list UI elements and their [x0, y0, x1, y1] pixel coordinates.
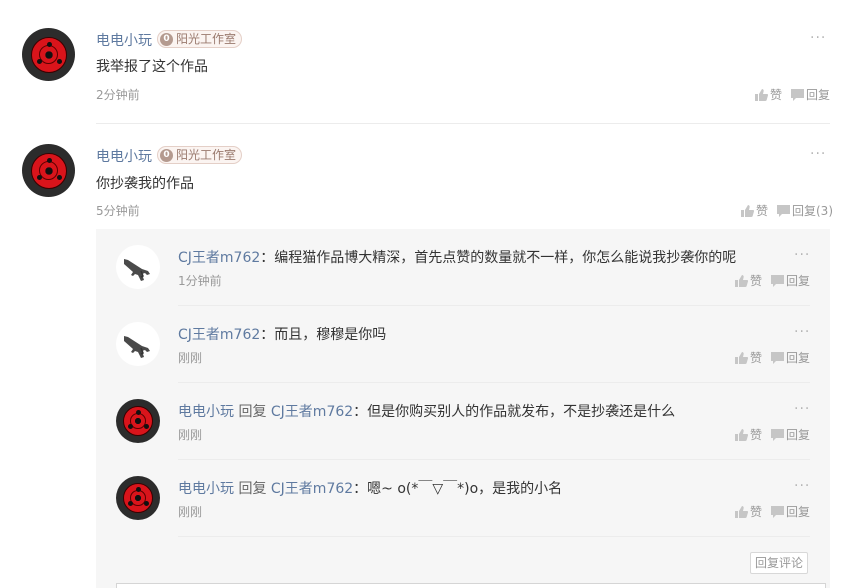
sharingan-icon	[123, 483, 153, 513]
reply-label: 回复(3)	[792, 204, 833, 218]
reply-label: 回复	[786, 351, 811, 365]
thumbs-up-icon	[741, 204, 754, 217]
username-link[interactable]: 电电小玩	[96, 146, 152, 166]
speech-bubble-icon	[771, 274, 784, 287]
reply-label: 回复	[786, 428, 811, 442]
reply-to-username[interactable]: CJ王者m762	[271, 481, 353, 497]
avatar[interactable]	[116, 322, 160, 366]
reply-comment-button[interactable]: 回复评论	[750, 552, 809, 574]
reply-label: 回复	[786, 505, 811, 519]
comment-time: 2分钟前	[96, 88, 140, 102]
speech-bubble-icon	[791, 88, 804, 101]
avatar[interactable]	[22, 144, 75, 197]
reply-text: ：而且，穆穆是你吗	[260, 327, 387, 343]
like-button[interactable]: 赞	[735, 503, 762, 520]
avatar[interactable]	[22, 28, 75, 81]
studio-name: 阳光工作室	[176, 148, 237, 162]
sharingan-icon	[123, 406, 153, 436]
thumbs-up-icon	[735, 274, 748, 287]
more-dots-icon[interactable]: ···	[810, 147, 826, 161]
reply-line: CJ王者m762：编程猫作品博大精深，首先点赞的数量就不一样，你怎么能说我抄袭你…	[178, 247, 736, 267]
thumbs-up-icon	[755, 88, 768, 101]
comment-text: 你抄袭我的作品	[96, 176, 194, 192]
reply-time: 刚刚	[178, 505, 203, 519]
reply-word: 回复	[238, 404, 267, 420]
thumbs-up-icon	[735, 428, 748, 441]
username-link[interactable]: 电电小玩	[178, 404, 234, 420]
thumbs-up-icon	[735, 351, 748, 364]
sharingan-icon	[30, 36, 67, 73]
reply-input[interactable]	[116, 583, 826, 588]
reply-to-username[interactable]: CJ王者m762	[271, 404, 353, 420]
like-button[interactable]: 赞	[735, 349, 762, 366]
username-link[interactable]: CJ王者m762	[178, 250, 260, 266]
reply-button[interactable]: 回复	[771, 503, 810, 520]
more-dots-icon[interactable]: ···	[794, 248, 810, 262]
speech-bubble-icon	[771, 428, 784, 441]
divider	[178, 459, 810, 460]
speech-bubble-icon	[771, 505, 784, 518]
studio-badge[interactable]: 0 阳光工作室	[157, 146, 243, 164]
rifle-icon	[124, 259, 150, 281]
comment-text: 我举报了这个作品	[96, 59, 208, 75]
divider	[178, 305, 810, 306]
more-dots-icon[interactable]: ···	[810, 31, 826, 45]
sharingan-icon	[30, 152, 67, 189]
like-button[interactable]: 赞	[755, 86, 782, 103]
reply-text: ：但是你购买别人的作品就发布，不是抄袭还是什么	[353, 404, 676, 420]
like-label: 赞	[750, 351, 763, 365]
username-link[interactable]: 电电小玩	[96, 30, 152, 50]
divider	[178, 536, 810, 537]
avatar[interactable]	[116, 399, 160, 443]
like-label: 赞	[750, 274, 763, 288]
like-label: 赞	[750, 428, 763, 442]
username-link[interactable]: 电电小玩	[178, 481, 234, 497]
reply-line: CJ王者m762：而且，穆穆是你吗	[178, 324, 386, 344]
like-label: 赞	[756, 204, 769, 218]
like-button[interactable]: 赞	[741, 202, 768, 219]
like-label: 赞	[750, 505, 763, 519]
level-icon: 0	[160, 32, 173, 46]
rifle-icon	[124, 336, 150, 358]
reply-label: 回复	[806, 88, 831, 102]
more-dots-icon[interactable]: ···	[794, 402, 810, 416]
reply-button[interactable]: 回复	[771, 426, 810, 443]
speech-bubble-icon	[777, 204, 790, 217]
studio-badge[interactable]: 0 阳光工作室	[157, 30, 243, 48]
like-label: 赞	[770, 88, 783, 102]
divider	[178, 382, 810, 383]
level-icon: 0	[160, 148, 173, 162]
studio-name: 阳光工作室	[176, 32, 237, 46]
reply-line: 电电小玩 回复 CJ王者m762：但是你购买别人的作品就发布，不是抄袭还是什么	[178, 401, 675, 421]
reply-button[interactable]: 回复(3)	[777, 202, 833, 219]
username-link[interactable]: CJ王者m762	[178, 327, 260, 343]
more-dots-icon[interactable]: ···	[794, 479, 810, 493]
reply-line: 电电小玩 回复 CJ王者m762：嗯~ o(*￣▽￣*)o，是我的小名	[178, 478, 562, 498]
reply-time: 1分钟前	[178, 274, 222, 288]
like-button[interactable]: 赞	[735, 426, 762, 443]
like-button[interactable]: 赞	[735, 272, 762, 289]
comment-time: 5分钟前	[96, 204, 140, 218]
reply-time: 刚刚	[178, 351, 203, 365]
reply-time: 刚刚	[178, 428, 203, 442]
reply-text: ：嗯~ o(*￣▽￣*)o，是我的小名	[353, 481, 563, 497]
thumbs-up-icon	[735, 505, 748, 518]
reply-text: ：编程猫作品博大精深，首先点赞的数量就不一样，你怎么能说我抄袭你的呢	[260, 250, 737, 266]
more-dots-icon[interactable]: ···	[794, 325, 810, 339]
speech-bubble-icon	[771, 351, 784, 364]
divider	[96, 123, 830, 124]
avatar[interactable]	[116, 476, 160, 520]
reply-button[interactable]: 回复	[771, 272, 810, 289]
reply-word: 回复	[238, 481, 267, 497]
reply-button[interactable]: 回复	[791, 86, 830, 103]
reply-label: 回复	[786, 274, 811, 288]
avatar[interactable]	[116, 245, 160, 289]
reply-button[interactable]: 回复	[771, 349, 810, 366]
